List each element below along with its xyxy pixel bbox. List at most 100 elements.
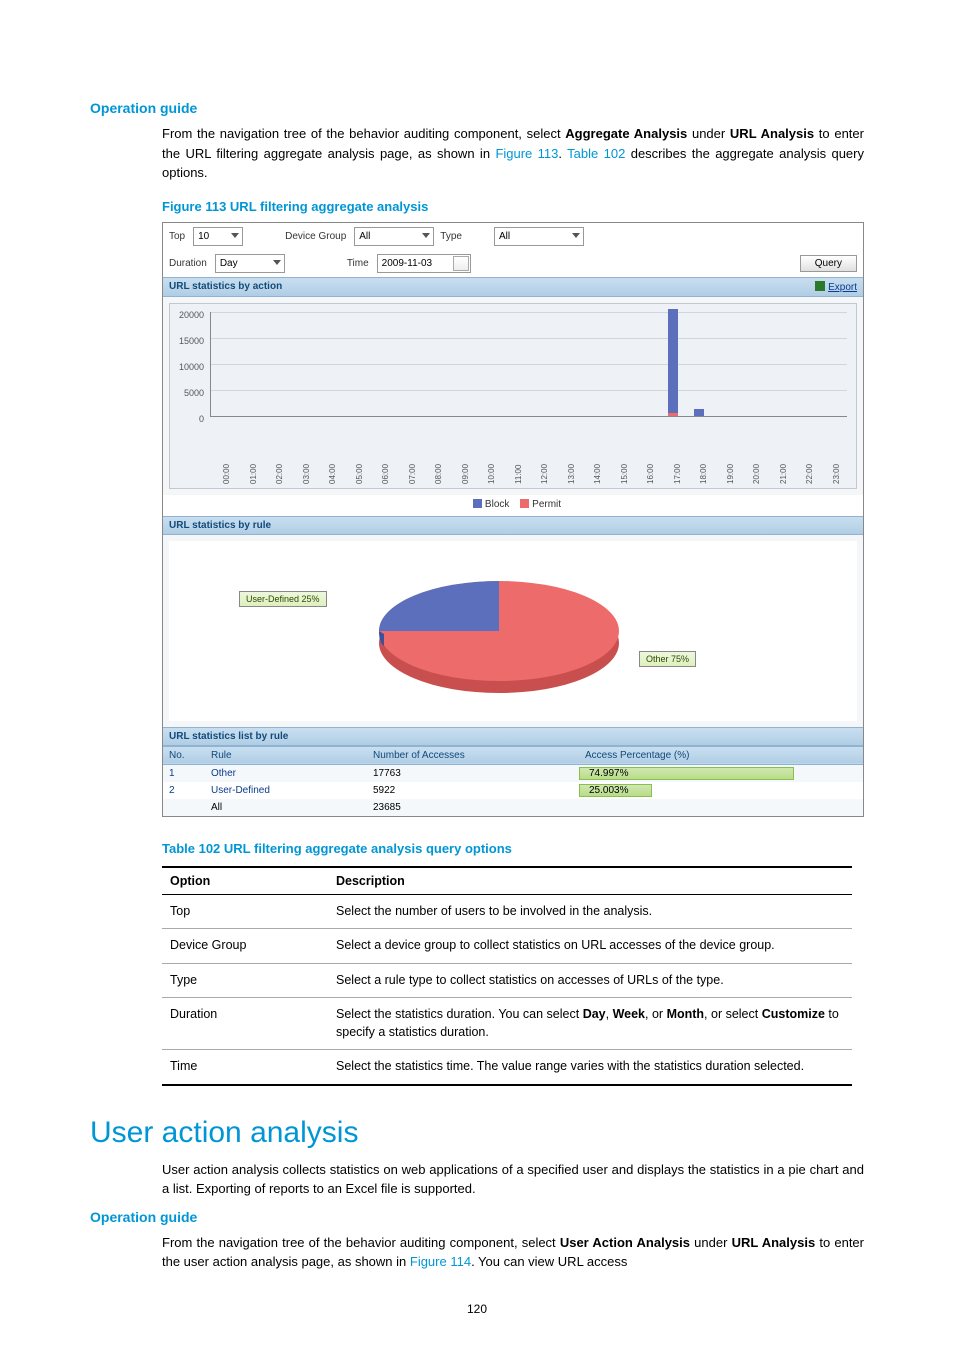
table-row: Type Select a rule type to collect stati… — [162, 963, 852, 998]
bar-chart: 20000 15000 10000 5000 0 00:0001:0002:00… — [169, 303, 857, 489]
col-rule: Rule — [205, 746, 367, 764]
link-table-102[interactable]: Table 102 — [567, 146, 625, 161]
select-top[interactable]: 10 — [193, 227, 243, 246]
bar-17:00 — [668, 309, 678, 416]
x-tick: 18:00 — [699, 463, 708, 483]
text: From the navigation tree of the behavior… — [162, 126, 565, 141]
panel-header-rule: URL statistics by rule — [163, 516, 863, 535]
x-tick: 19:00 — [726, 463, 735, 483]
table-row: Top Select the number of users to be inv… — [162, 894, 852, 929]
select-duration[interactable]: Day — [215, 254, 285, 273]
x-tick: 16:00 — [646, 463, 655, 483]
legend-swatch-block — [473, 499, 482, 508]
text-bold: Aggregate Analysis — [565, 126, 687, 141]
text: under — [687, 126, 730, 141]
text: . — [558, 146, 567, 161]
table-row: Duration Select the statistics duration.… — [162, 998, 852, 1050]
x-tick: 03:00 — [302, 463, 311, 483]
select-device-group[interactable]: All — [354, 227, 434, 246]
x-tick: 07:00 — [408, 463, 417, 483]
label-top: Top — [169, 231, 185, 242]
user-action-paragraph: User action analysis collects statistics… — [162, 1160, 864, 1199]
panel-title: URL statistics by rule — [169, 520, 271, 531]
page-number: 120 — [90, 1302, 864, 1316]
figure-113-caption: Figure 113 URL filtering aggregate analy… — [162, 199, 864, 214]
th-option: Option — [162, 867, 328, 895]
panel-title: URL statistics by action — [169, 281, 282, 293]
y-axis-ticks: 20000 15000 10000 5000 0 — [174, 310, 204, 440]
x-tick: 17:00 — [673, 463, 682, 483]
input-time[interactable]: 2009-11-03 — [377, 254, 471, 273]
table-102-caption: Table 102 URL filtering aggregate analys… — [162, 841, 864, 856]
rule-link[interactable]: User-Defined — [205, 782, 367, 799]
label-type: Type — [440, 231, 462, 242]
table-102: Option Description Top Select the number… — [162, 866, 852, 1086]
x-tick: 22:00 — [805, 463, 814, 483]
pie-label-other: Other 75% — [639, 651, 696, 667]
x-tick: 09:00 — [461, 463, 470, 483]
intro-paragraph-2: From the navigation tree of the behavior… — [162, 1233, 864, 1272]
query-button[interactable]: Query — [800, 255, 857, 272]
table-row: 2 User-Defined 5922 25.003% — [163, 782, 863, 799]
filter-row-2: Duration Day Time 2009-11-03 Query — [163, 250, 863, 277]
link-figure-113[interactable]: Figure 113 — [495, 146, 558, 161]
x-tick: 01:00 — [249, 463, 258, 483]
col-no: No. — [163, 746, 205, 764]
x-tick: 12:00 — [540, 463, 549, 483]
pie-label-user-defined: User-Defined 25% — [239, 591, 327, 607]
legend-permit: Permit — [532, 499, 561, 510]
label-device-group: Device Group — [285, 231, 346, 242]
bar-legend: Block Permit — [163, 495, 863, 516]
figure-113-screenshot: Top 10 Device Group All Type All Duratio… — [162, 222, 864, 817]
label-duration: Duration — [169, 258, 207, 269]
text-bold: URL Analysis — [730, 126, 814, 141]
text-bold: User Action Analysis — [560, 1235, 690, 1250]
heading-operation-guide-2: Operation guide — [90, 1209, 864, 1225]
bar-18:00 — [694, 409, 704, 415]
col-accesses: Number of Accesses — [367, 746, 579, 764]
export-link[interactable]: Export — [815, 281, 857, 293]
rule-link[interactable]: Other — [205, 764, 367, 782]
x-tick: 04:00 — [328, 463, 337, 483]
x-tick: 05:00 — [355, 463, 364, 483]
intro-paragraph-1: From the navigation tree of the behavior… — [162, 124, 864, 183]
x-tick: 13:00 — [567, 463, 576, 483]
text: under — [690, 1235, 732, 1250]
x-tick: 20:00 — [752, 463, 761, 483]
pie-chart: User-Defined 25% Other 75% — [169, 541, 857, 721]
x-tick: 02:00 — [275, 463, 284, 483]
select-type[interactable]: All — [494, 227, 584, 246]
panel-title: URL statistics list by rule — [169, 731, 288, 742]
panel-header-list: URL statistics list by rule — [163, 727, 863, 746]
table-row: Device Group Select a device group to co… — [162, 929, 852, 964]
x-tick: 10:00 — [487, 463, 496, 483]
x-tick: 06:00 — [381, 463, 390, 483]
x-tick: 08:00 — [434, 463, 443, 483]
label-time: Time — [347, 258, 369, 269]
x-tick: 00:00 — [222, 463, 231, 483]
legend-swatch-permit — [520, 499, 529, 508]
legend-block: Block — [485, 499, 509, 510]
x-tick: 15:00 — [620, 463, 629, 483]
table-row: 1 Other 17763 74.997% — [163, 764, 863, 782]
panel-header-action: URL statistics by action Export — [163, 277, 863, 297]
heading-operation-guide-1: Operation guide — [90, 100, 864, 116]
th-description: Description — [328, 867, 852, 895]
col-pct: Access Percentage (%) — [579, 746, 863, 764]
heading-user-action-analysis: User action analysis — [90, 1116, 864, 1150]
table-row: Time Select the statistics time. The val… — [162, 1050, 852, 1085]
pie-svg — [359, 551, 639, 711]
x-tick: 11:00 — [514, 464, 523, 483]
link-figure-114[interactable]: Figure 114 — [410, 1254, 471, 1269]
x-axis-ticks: 00:0001:0002:0003:0004:0005:0006:0007:00… — [210, 470, 846, 484]
text: From the navigation tree of the behavior… — [162, 1235, 560, 1250]
table-row-total: All 23685 — [163, 799, 863, 816]
x-tick: 21:00 — [779, 463, 788, 483]
filter-row-1: Top 10 Device Group All Type All — [163, 223, 863, 250]
x-tick: 23:00 — [832, 463, 841, 483]
x-tick: 14:00 — [593, 463, 602, 483]
rule-list-table: No. Rule Number of Accesses Access Perce… — [163, 746, 863, 816]
text-bold: URL Analysis — [732, 1235, 816, 1250]
text: . You can view URL access — [471, 1254, 627, 1269]
bar-plot-area — [210, 312, 847, 417]
